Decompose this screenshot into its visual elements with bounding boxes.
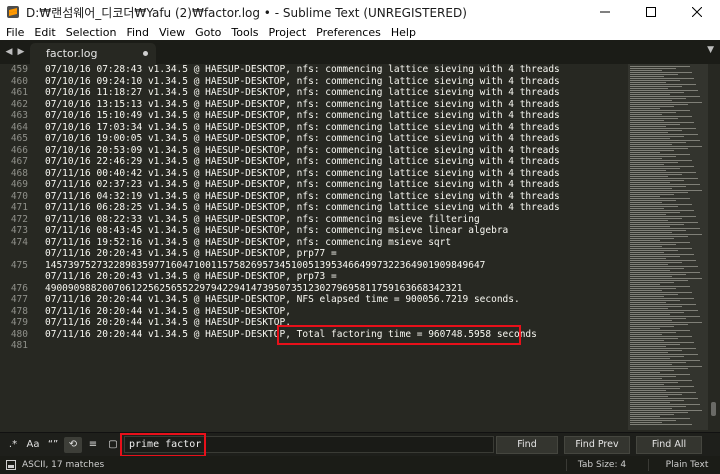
line-number: 461 [10,87,28,98]
find-all-button[interactable]: Find All [636,436,702,454]
title-bar: D:₩랜섬웨어_디코더₩Yafu (2)₩factor.log • - Subl… [0,0,720,24]
line-text: 07/11/16 02:37:23 v1.34.5 @ HAESUP-DESKT… [45,179,560,190]
minimap[interactable] [628,64,708,430]
maximize-icon [646,7,656,17]
line-text: 07/11/16 20:20:44 v1.34.5 @ HAESUP-DESKT… [45,305,291,317]
syntax-selector[interactable]: Plain Text [654,456,720,474]
tab-factor-log[interactable]: factor.log [30,43,156,64]
menu-tools[interactable]: Tools [227,26,262,39]
find-panel: .* Aa “” ⟲ ≡ ▢ prime factor Find Find Pr… [0,432,720,457]
line-number: 471 [10,202,28,213]
menu-selection[interactable]: Selection [62,26,121,39]
line-number: 464 [10,121,28,133]
line-text: 07/11/16 20:20:43 v1.34.5 @ HAESUP-DESKT… [45,271,337,282]
line-text: 07/11/16 20:20:44 v1.34.5 @ HAESUP-DESKT… [45,317,291,328]
line-number: 470 [10,190,28,202]
line-number: 474 [10,236,28,248]
line-number: 481 [10,340,28,351]
panel-switch-icon[interactable] [6,460,16,470]
line-text: 07/11/16 19:52:16 v1.34.5 @ HAESUP-DESKT… [45,236,452,248]
line-text: 1457397527322898359771604710011575826957… [45,259,486,271]
menu-edit[interactable]: Edit [30,26,59,39]
tab-scroll-left-icon[interactable]: ◀ [4,46,14,58]
vertical-scrollbar[interactable] [708,64,720,430]
line-text: 07/10/16 11:18:27 v1.34.5 @ HAESUP-DESKT… [45,87,560,98]
unsaved-dot-icon[interactable] [143,51,148,56]
status-separator [566,459,567,471]
find-prev-button[interactable]: Find Prev [564,436,630,454]
minimize-icon [600,11,610,13]
line-number: 463 [10,110,28,121]
line-text: 07/11/16 06:28:25 v1.34.5 @ HAESUP-DESKT… [45,202,560,213]
line-text: 07/11/16 08:43:45 v1.34.5 @ HAESUP-DESKT… [45,225,509,236]
line-text: 07/10/16 22:46:29 v1.34.5 @ HAESUP-DESKT… [45,156,560,167]
tab-scroll-right-icon[interactable]: ▶ [16,46,26,58]
maximize-button[interactable] [628,0,674,24]
scrollbar-thumb[interactable] [711,402,716,416]
line-text: 07/10/16 19:00:05 v1.34.5 @ HAESUP-DESKT… [45,133,560,144]
total-time-highlight-box [277,324,521,345]
close-button[interactable] [674,0,720,24]
regex-icon[interactable]: .* [4,437,22,453]
line-number: 473 [10,225,28,236]
status-bar: ASCII, 17 matches Tab Size: 4 Plain Text [0,456,720,474]
close-icon [692,7,702,17]
line-text: 07/11/16 20:20:43 v1.34.5 @ HAESUP-DESKT… [45,248,337,259]
line-text: 07/11/16 00:40:42 v1.34.5 @ HAESUP-DESKT… [45,167,560,179]
line-text: 07/10/16 13:15:13 v1.34.5 @ HAESUP-DESKT… [45,98,560,110]
menu-find[interactable]: Find [122,26,153,39]
line-number: 465 [10,133,28,144]
line-number: 472 [10,213,28,225]
line-text: 07/10/16 17:03:34 v1.34.5 @ HAESUP-DESKT… [45,121,560,133]
tab-dropdown-icon[interactable]: ▼ [707,45,714,55]
line-number: 462 [10,98,28,110]
line-text: 07/10/16 09:24:10 v1.34.5 @ HAESUP-DESKT… [45,75,560,87]
line-number: 459 [10,64,28,75]
line-number: 467 [10,156,28,167]
whole-word-icon[interactable]: “” [44,437,62,453]
line-number: 479 [10,317,28,328]
menu-bar: File Edit Selection Find View Goto Tools… [0,24,720,40]
line-number: 477 [10,294,28,305]
menu-help[interactable]: Help [387,26,420,39]
line-number: 466 [10,144,28,156]
line-text: 07/11/16 08:22:33 v1.34.5 @ HAESUP-DESKT… [45,213,480,225]
line-number: 468 [10,167,28,179]
line-number: 475 [10,259,28,271]
tab-label: factor.log [46,47,98,60]
status-encoding: ASCII, 17 matches [22,460,105,470]
line-text: 4900909882007061225625655229794229414739… [45,282,463,294]
menu-preferences[interactable]: Preferences [312,26,385,39]
menu-project[interactable]: Project [265,26,311,39]
minimize-button[interactable] [582,0,628,24]
line-text: 07/11/16 20:20:44 v1.34.5 @ HAESUP-DESKT… [45,294,520,305]
menu-view[interactable]: View [155,26,189,39]
window-title: D:₩랜섬웨어_디코더₩Yafu (2)₩factor.log • - Subl… [26,5,467,20]
tab-bar: ◀ ▶ factor.log ▼ [0,40,720,64]
editor-area[interactable]: 459 07/10/16 07:28:43 v1.34.5 @ HAESUP-DE… [0,64,628,430]
menu-file[interactable]: File [2,26,28,39]
line-text: 07/10/16 07:28:43 v1.34.5 @ HAESUP-DESKT… [45,64,560,75]
line-number: 478 [10,305,28,317]
find-button[interactable]: Find [496,436,558,454]
line-number: 476 [10,282,28,294]
wrap-icon[interactable]: ⟲ [64,437,82,453]
line-number: 469 [10,179,28,190]
line-number: 460 [10,75,28,87]
case-sensitive-icon[interactable]: Aa [24,437,42,453]
line-text: 07/10/16 15:10:49 v1.34.5 @ HAESUP-DESKT… [45,110,560,121]
line-text: 07/11/16 04:32:19 v1.34.5 @ HAESUP-DESKT… [45,190,560,202]
line-number: 480 [10,328,28,340]
line-text: 07/10/16 20:53:09 v1.34.5 @ HAESUP-DESKT… [45,144,560,156]
status-separator [648,459,649,471]
minimap-viewport[interactable] [628,64,708,430]
menu-goto[interactable]: Goto [191,26,225,39]
in-selection-icon[interactable]: ≡ [84,437,102,453]
find-query-highlight-box [120,433,206,457]
sublime-app-icon [7,6,19,18]
tab-size-selector[interactable]: Tab Size: 4 [572,456,632,474]
